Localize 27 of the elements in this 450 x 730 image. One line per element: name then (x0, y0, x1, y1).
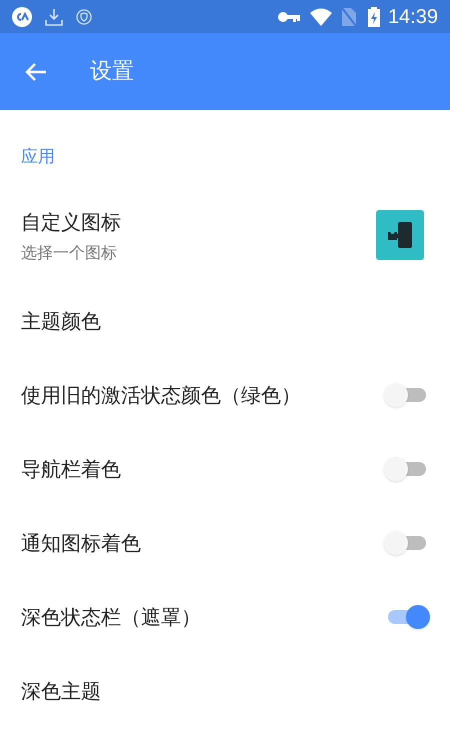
settings-item[interactable]: 深色主题 (0, 654, 450, 728)
item-title: 主题颜色 (21, 308, 102, 335)
page-title: 设置 (90, 58, 134, 86)
item-title: 自定义图标 (21, 209, 122, 236)
puzzle-app-icon (376, 210, 424, 262)
settings-item[interactable]: 主题颜色 (0, 284, 450, 358)
settings-item[interactable]: 自定义图标 选择一个图标 (0, 188, 450, 284)
settings-item[interactable]: 通知图标着色 (0, 506, 450, 580)
settings-item[interactable]: 使用旧的激活状态颜色（绿色） (0, 358, 450, 432)
item-title: 使用旧的激活状态颜色（绿色） (21, 382, 302, 409)
clock: 14:39 (388, 4, 438, 30)
back-arrow-icon (25, 62, 47, 82)
item-title: 导航栏着色 (21, 456, 122, 483)
key-icon (278, 10, 300, 22)
wifi-icon (310, 8, 332, 26)
item-title: 深色状态栏（遮罩） (21, 604, 202, 631)
settings-item[interactable]: 深色状态栏（遮罩） (0, 580, 450, 654)
battery-icon (368, 6, 380, 26)
app-icon (12, 6, 32, 26)
settings-item[interactable]: 导航栏着色 (0, 432, 450, 506)
no-sim-icon (342, 8, 356, 26)
item-title: 深色主题 (21, 678, 102, 705)
download-icon (44, 6, 64, 26)
shield-icon (76, 8, 92, 24)
item-subtitle: 选择一个图标 (21, 242, 118, 264)
item-title: 通知图标着色 (21, 530, 142, 557)
section-header: 应用 (21, 146, 55, 168)
